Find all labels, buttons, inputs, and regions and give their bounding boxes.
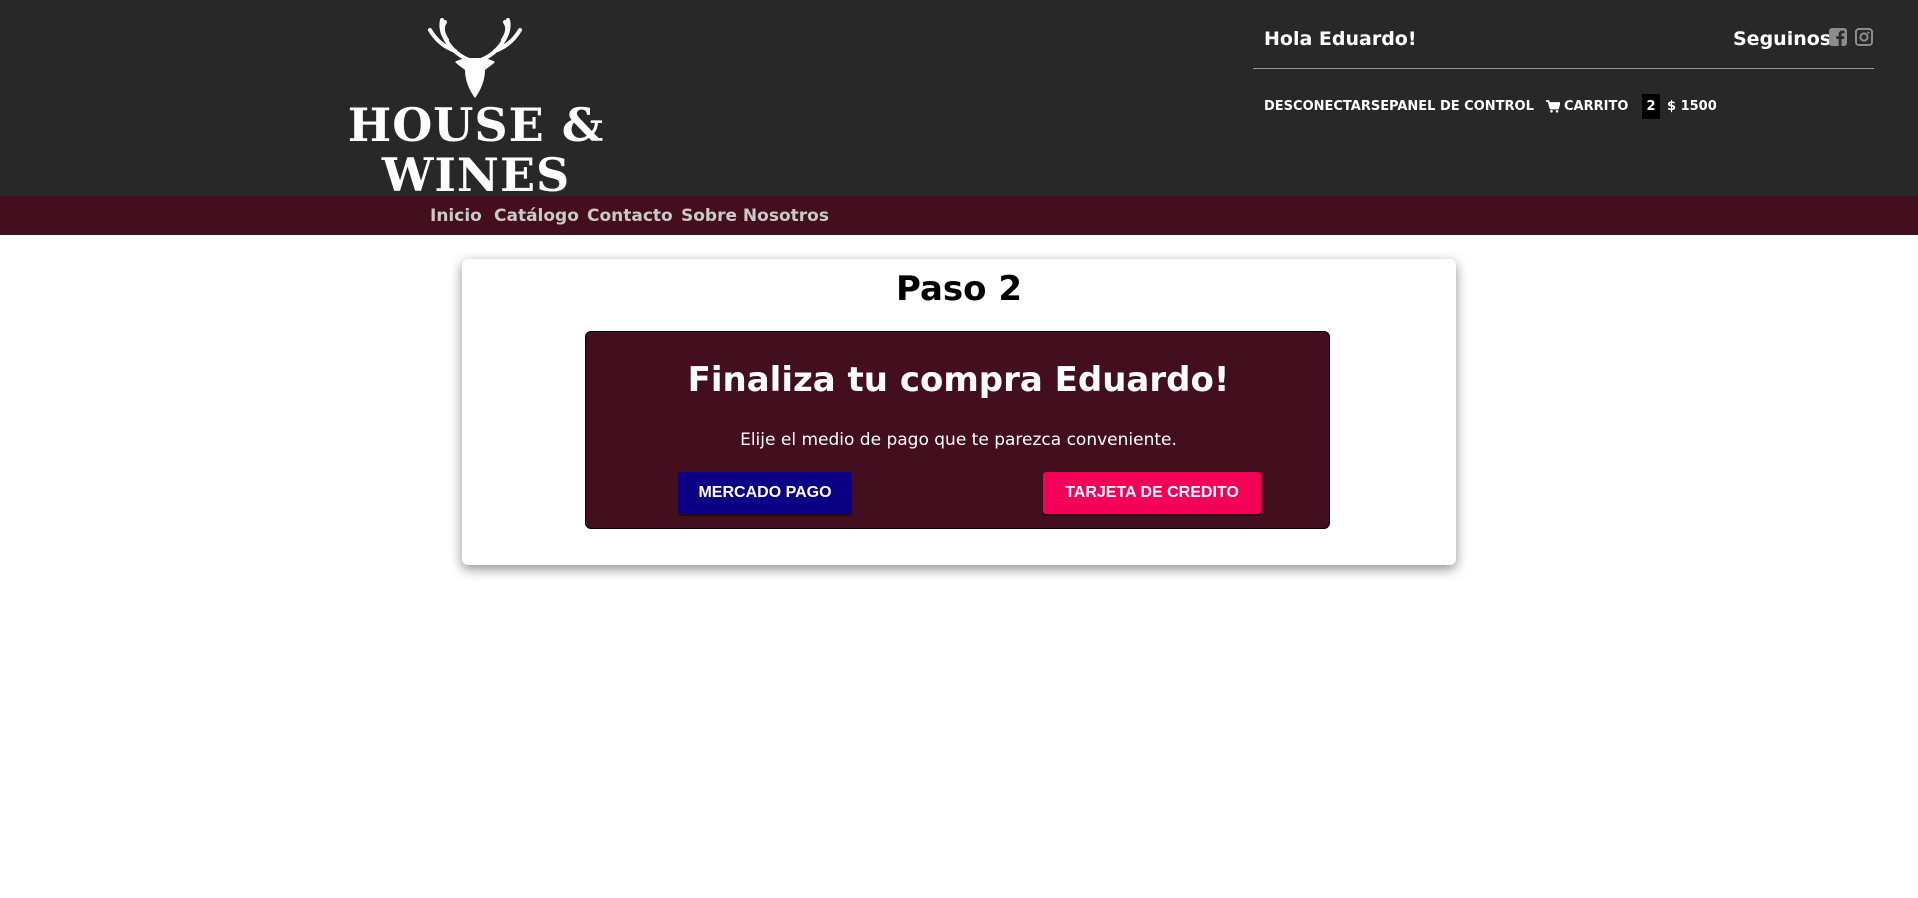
panel-subtitle: Elije el medio de pago que te parezca co… — [740, 430, 1177, 450]
credit-card-button[interactable]: TARJETA DE CREDITO — [1043, 472, 1261, 514]
payment-panel: Finaliza tu compra Eduardo! Elije el med… — [585, 331, 1330, 529]
site-logo[interactable]: HOUSE & WINES — [280, 18, 672, 200]
nav-item-contacto[interactable]: Contacto — [587, 205, 673, 227]
deer-head-icon — [428, 18, 522, 98]
instagram-icon[interactable] — [1855, 28, 1873, 46]
cart-link[interactable]: CARRITO — [1564, 98, 1628, 116]
nav-item-catalogo[interactable]: Catálogo — [494, 205, 579, 227]
cart-icon[interactable] — [1546, 100, 1560, 113]
checkout-card: Paso 2 Finaliza tu compra Eduardo! Elije… — [462, 259, 1456, 565]
mercado-pago-button[interactable]: MERCADO PAGO — [678, 472, 852, 514]
main-nav: Inicio Catálogo Contacto Sobre Nosotros — [0, 196, 1918, 235]
follow-label: Seguinos — [1733, 28, 1832, 50]
control-panel-link[interactable]: PANEL DE CONTROL — [1389, 98, 1534, 116]
header-divider — [1253, 68, 1874, 69]
panel-title: Finaliza tu compra Eduardo! — [687, 360, 1230, 400]
nav-item-inicio[interactable]: Inicio — [430, 205, 482, 227]
site-header: HOUSE & WINES Hola Eduardo! Seguinos DES… — [0, 0, 1918, 200]
step-title: Paso 2 — [895, 269, 1023, 309]
nav-item-sobre-nosotros[interactable]: Sobre Nosotros — [681, 205, 829, 227]
facebook-icon[interactable] — [1829, 28, 1847, 46]
brand-name: HOUSE & WINES — [347, 98, 605, 202]
cart-count-badge: 2 — [1642, 94, 1660, 119]
user-greeting: Hola Eduardo! — [1264, 28, 1417, 50]
cart-total: $ 1500 — [1667, 99, 1717, 114]
logout-link[interactable]: DESCONECTARSE — [1264, 98, 1389, 116]
